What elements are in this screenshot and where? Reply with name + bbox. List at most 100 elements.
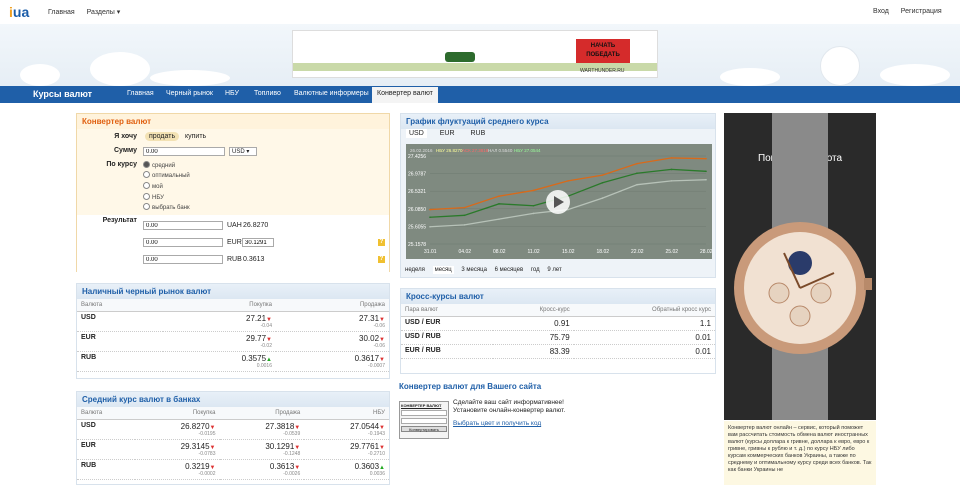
period-year[interactable]: год — [531, 267, 540, 273]
widget-preview: КОНВЕРТЕР ВАЛЮТ Конвертировать — [399, 401, 449, 439]
nav-home[interactable]: Главная — [127, 90, 154, 97]
bank-average-title: Средний курс валют в банках — [77, 392, 389, 407]
data-point — [705, 157, 707, 160]
about-text: Конвертер валют онлайн – сервис, который… — [724, 421, 876, 485]
x-tick-label: 22.02 — [631, 249, 644, 255]
rate-label: По курсу — [106, 161, 137, 168]
y-tick-label: 26.5321 — [408, 189, 426, 195]
register-link[interactable]: Регистрация — [901, 8, 942, 15]
watch-image — [734, 113, 872, 420]
period-9years[interactable]: 9 лет — [547, 267, 561, 273]
ad-url: WARTHUNDER.RU — [580, 68, 625, 74]
data-point — [463, 224, 466, 226]
widget-promo: Конвертер валют для Вашего сайта КОНВЕРТ… — [399, 382, 715, 442]
result-rub-input[interactable] — [143, 255, 223, 264]
site-logo[interactable]: iua — [9, 4, 29, 20]
tab-rub[interactable]: RUB — [467, 129, 488, 138]
result-uah-input[interactable] — [143, 221, 223, 230]
login-link[interactable]: Вход — [873, 8, 889, 15]
y-tick-label: 25.1578 — [408, 242, 426, 248]
data-point — [498, 203, 500, 205]
period-3months[interactable]: 3 месяца — [461, 267, 487, 273]
x-tick-label: 08.02 — [493, 249, 506, 255]
nav-black-market[interactable]: Черный рынок — [166, 90, 213, 97]
y-tick-label: 26.9787 — [408, 172, 426, 178]
table-row: RUB 0.3219▼ -0.0002 0.3613▼ -0.0026 0.3603▲ 0.… — [77, 459, 389, 480]
fluctuation-chart-panel: График флуктуаций среднего курса USD EUR… — [400, 113, 716, 278]
rate-mine[interactable]: мой — [143, 182, 163, 190]
period-6months[interactable]: 6 месяцев — [495, 267, 524, 273]
x-tick-label: 18.02 — [597, 249, 610, 255]
data-point — [463, 214, 466, 217]
section-title: Курсы валют — [33, 89, 93, 99]
data-point — [601, 174, 604, 176]
table-row: USD / EUR 0.91 1.1 — [401, 316, 715, 331]
data-point — [636, 162, 638, 165]
legend-item: 26.02.2016 — [410, 148, 433, 153]
table-row: USD 26.8270▼ -0.0195 27.3818▼ -0.0539 27.0544… — [77, 419, 389, 440]
nav-fuel[interactable]: Топливо — [254, 90, 281, 97]
black-market-title: Наличный черный рынок валют — [77, 284, 389, 299]
widget-text: Сделайте ваш сайт информативнее! Установ… — [453, 399, 566, 414]
sum-label: Сумму — [113, 147, 137, 154]
watch-ad[interactable]: Покриття з золота — [724, 113, 876, 420]
line-chart[interactable]: 26.02.2016 НБУ 26.8270 АСК 27.3818 НАЛ 0.55… — [406, 144, 713, 259]
data-point — [670, 180, 673, 182]
cross-rates-panel: Кросс-курсы валют Пара валют Кросс-курс Об… — [400, 288, 716, 374]
chart-legend: 26.02.2016 НБУ 26.8270 АСК 27.3818 НАЛ 0.55… — [410, 148, 541, 153]
cross-rates-title: Кросс-курсы валют — [401, 289, 715, 304]
bank-average-panel: Средний курс валют в банках Валюта Покупк… — [76, 391, 390, 485]
nav-informers[interactable]: Валютные информеры — [294, 90, 369, 97]
top-nav-home[interactable]: Главная — [48, 9, 75, 16]
x-tick-label: 15.02 — [562, 249, 575, 255]
nav-nbu[interactable]: НБУ — [225, 90, 239, 97]
nav-converter[interactable]: Конвертер валют — [372, 87, 438, 103]
rate-optimal[interactable]: оптимальный — [143, 171, 190, 179]
result-eur-input[interactable] — [143, 238, 223, 247]
sell-button[interactable]: продать — [145, 132, 180, 141]
rate-nbu[interactable]: НБУ — [143, 193, 164, 201]
y-tick-label: 27.4256 — [408, 154, 426, 160]
black-market-table: Валюта Покупка Продажа USD 27.21▼ -0.04 27.31… — [77, 299, 389, 372]
x-tick-label: 11.02 — [528, 249, 540, 255]
y-tick-label: 25.6055 — [408, 224, 426, 230]
help-icon[interactable]: ? — [378, 256, 385, 263]
result-eur-rate[interactable] — [242, 238, 274, 247]
data-point — [429, 208, 431, 211]
top-nav-sections[interactable]: Разделы ▾ — [87, 9, 121, 16]
period-month[interactable]: месяц — [432, 266, 454, 274]
rate-choose-bank[interactable]: выбрать банк — [143, 203, 190, 211]
want-label: Я хочу — [114, 133, 137, 140]
x-tick-label: 28.02 — [700, 249, 712, 255]
table-row: EUR 29.3145▼ -0.0783 30.1291▼ -0.1248 29.7761… — [77, 439, 389, 460]
rate-average[interactable]: средний — [143, 161, 175, 169]
data-point — [532, 212, 535, 215]
tab-usd[interactable]: USD — [406, 129, 427, 138]
data-point — [532, 189, 535, 192]
result-rub-rate: 0.3613 — [243, 256, 265, 263]
table-row: USD 27.21▼ -0.04 27.31▼ -0.06 — [77, 311, 389, 332]
period-week[interactable]: неделя — [405, 267, 425, 273]
legend-item: НБУ 26.8270 — [436, 148, 463, 153]
currency-select[interactable]: USD ▾ — [229, 147, 257, 156]
tank-icon — [445, 52, 475, 62]
chart-svg: 26.02.2016 НБУ 26.8270 АСК 27.3818 НАЛ 0.55… — [408, 148, 713, 255]
tab-eur[interactable]: EUR — [437, 129, 458, 138]
help-icon[interactable]: ? — [378, 239, 385, 246]
main-navbar: Курсы валют Главная Черный рынок НБУ Топ… — [0, 86, 960, 103]
data-point — [601, 181, 604, 184]
result-eur-cur: EUR — [227, 239, 242, 246]
sum-input[interactable] — [143, 147, 225, 156]
table-row: EUR 29.77▼ -0.02 30.02▼ -0.06 — [77, 331, 389, 352]
ad-sign: НАЧАТЬ ПОБЕДАТЬ — [576, 39, 630, 63]
widget-title: Конвертер валют для Вашего сайта — [399, 382, 542, 391]
table-row: RUB 0.3575▲ 0.0016 0.3617▼ -0.0007 — [77, 351, 389, 372]
converter-title: Конвертер валют — [77, 114, 389, 129]
data-point — [670, 168, 673, 171]
widget-link[interactable]: Выбрать цвет и получить код — [453, 420, 541, 427]
ad-banner[interactable]: НАЧАТЬ ПОБЕДАТЬ WARTHUNDER.RU — [292, 30, 658, 78]
buy-button[interactable]: купить — [185, 133, 206, 140]
data-point — [636, 172, 638, 175]
data-point — [670, 157, 673, 159]
table-row: EUR / RUB 83.39 0.01 — [401, 344, 715, 359]
